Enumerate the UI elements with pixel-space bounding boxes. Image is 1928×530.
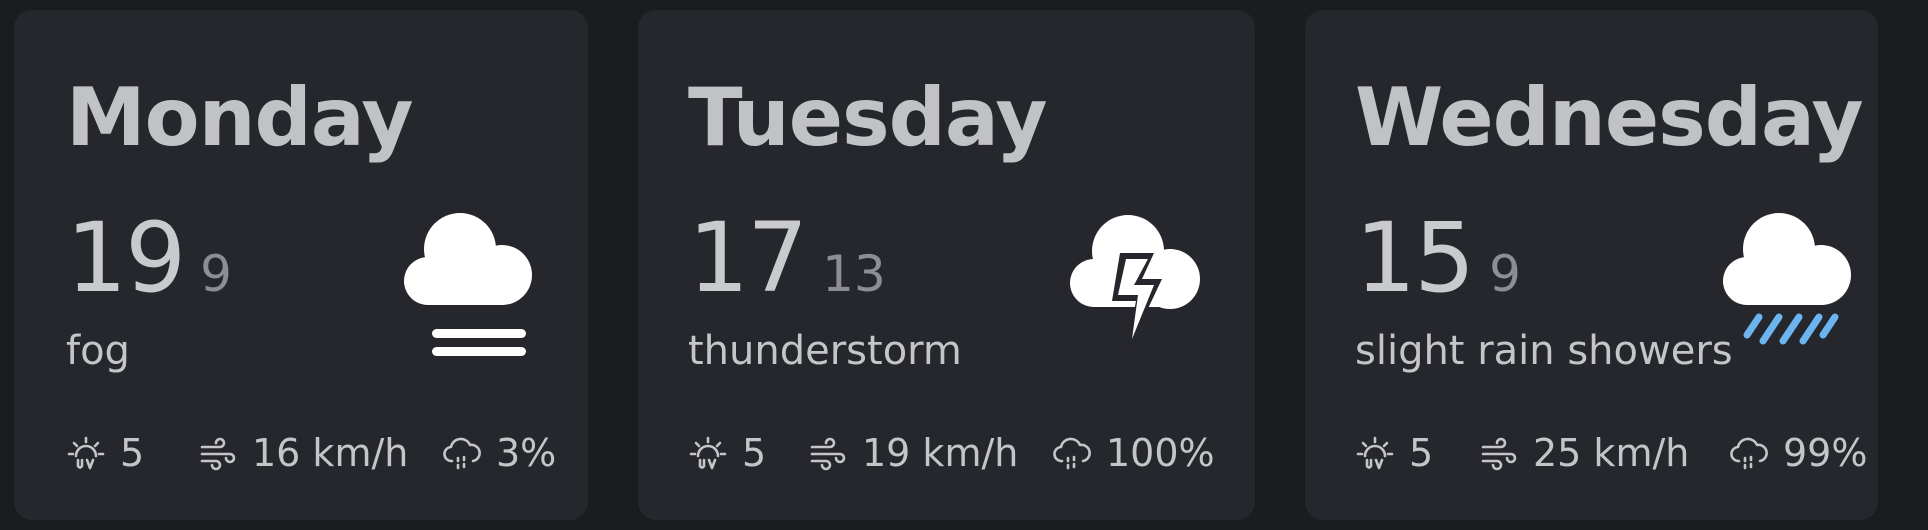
wind-icon: [1479, 433, 1519, 473]
uv-index: 5: [688, 428, 766, 478]
uv-value: 5: [120, 431, 145, 475]
precipitation-icon: [1729, 433, 1769, 473]
fog-icon: [398, 205, 548, 369]
precipitation: 3%: [442, 428, 556, 478]
temperatures: 15 9: [1355, 210, 1521, 306]
wind-value: 25 km/h: [1533, 431, 1690, 475]
temp-high: 19: [66, 202, 186, 314]
uv-value: 5: [742, 431, 767, 475]
wind-speed: 19 km/h: [808, 428, 1018, 478]
day-card-monday[interactable]: Monday 19 9 fog 5 16 km/h 3%: [14, 10, 588, 520]
temp-low: 9: [1489, 245, 1521, 303]
precipitation: 99%: [1729, 428, 1867, 478]
uv-icon: [1355, 433, 1395, 473]
precipitation: 100%: [1052, 428, 1215, 478]
wind-icon: [808, 433, 848, 473]
wind-value: 16 km/h: [252, 431, 409, 475]
precipitation-value: 100%: [1106, 431, 1215, 475]
uv-value: 5: [1409, 431, 1434, 475]
stats-row: 5 25 km/h 99%: [1355, 428, 1867, 478]
wind-value: 19 km/h: [862, 431, 1019, 475]
wind-speed: 25 km/h: [1479, 428, 1689, 478]
day-name: Monday: [66, 71, 413, 164]
day-card-tuesday[interactable]: Tuesday 17 13 thunderstorm 5 19 km/h 100%: [638, 10, 1255, 520]
wind-speed: 16 km/h: [198, 428, 408, 478]
precipitation-icon: [1052, 433, 1092, 473]
temperatures: 17 13: [688, 210, 886, 306]
uv-icon: [688, 433, 728, 473]
temp-low: 9: [200, 245, 232, 303]
day-name: Tuesday: [688, 71, 1048, 164]
uv-index: 5: [1355, 428, 1433, 478]
rain-showers-icon: [1717, 205, 1867, 369]
uv-index: 5: [66, 428, 144, 478]
temp-low: 13: [822, 245, 886, 303]
day-card-wednesday[interactable]: Wednesday 15 9 slight rain showers 5 25 …: [1305, 10, 1878, 520]
precipitation-value: 99%: [1783, 431, 1868, 475]
thunderstorm-icon: [1062, 205, 1212, 369]
precipitation-value: 3%: [496, 431, 557, 475]
condition-text: thunderstorm: [688, 328, 962, 374]
wind-icon: [198, 433, 238, 473]
precipitation-icon: [442, 433, 482, 473]
stats-row: 5 16 km/h 3%: [66, 428, 556, 478]
stats-row: 5 19 km/h 100%: [688, 428, 1215, 478]
condition-text: fog: [66, 328, 130, 374]
temp-high: 17: [688, 202, 808, 314]
temperatures: 19 9: [66, 210, 232, 306]
day-name: Wednesday: [1355, 71, 1864, 164]
temp-high: 15: [1355, 202, 1475, 314]
uv-icon: [66, 433, 106, 473]
condition-text: slight rain showers: [1355, 328, 1733, 374]
